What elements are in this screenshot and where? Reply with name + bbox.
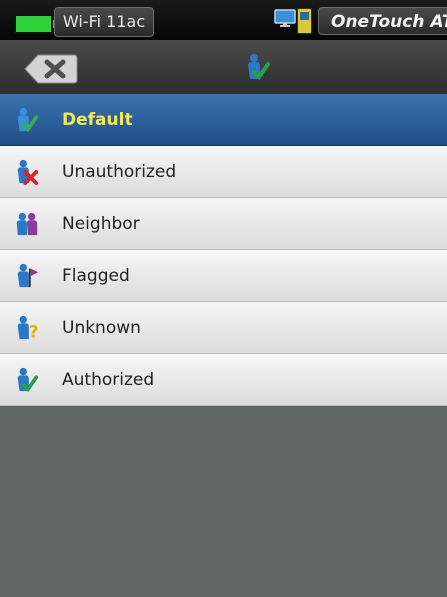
person-x-icon [17, 159, 39, 185]
status-bar: Wi-Fi 11ac OneTouch AT [0, 0, 447, 40]
list-item-label: Flagged [62, 266, 130, 286]
list-item-unauthorized[interactable]: Unauthorized [0, 146, 447, 198]
list-item-label: Default [62, 110, 133, 130]
list-item-default[interactable]: Default [0, 94, 447, 146]
person-check-icon [248, 54, 270, 81]
network-tab[interactable]: Wi-Fi 11ac [54, 7, 154, 37]
list-item-label: Authorized [62, 370, 155, 390]
list-item-label: Unknown [62, 318, 141, 338]
svg-text:?: ? [29, 321, 39, 341]
category-list: Default Unauthorized Neighbor Flagged ? … [0, 94, 447, 406]
person-check-icon [17, 107, 39, 133]
list-item-neighbor[interactable]: Neighbor [0, 198, 447, 250]
list-item-authorized[interactable]: Authorized [0, 354, 447, 406]
monitor-icon [274, 9, 296, 27]
battery-icon [14, 14, 58, 34]
device-icon [297, 8, 312, 34]
list-item-label: Neighbor [62, 214, 140, 234]
header-bar [0, 40, 447, 94]
two-people-icon [16, 212, 38, 236]
list-item-label: Unauthorized [62, 162, 177, 182]
list-item-flagged[interactable]: Flagged [0, 250, 447, 302]
list-item-unknown[interactable]: ? Unknown [0, 302, 447, 354]
product-tab[interactable]: OneTouch AT [318, 7, 447, 35]
person-check-icon [17, 367, 39, 393]
back-button[interactable] [24, 54, 78, 84]
person-flag-icon [17, 263, 39, 288]
person-question-icon: ? [17, 315, 39, 341]
